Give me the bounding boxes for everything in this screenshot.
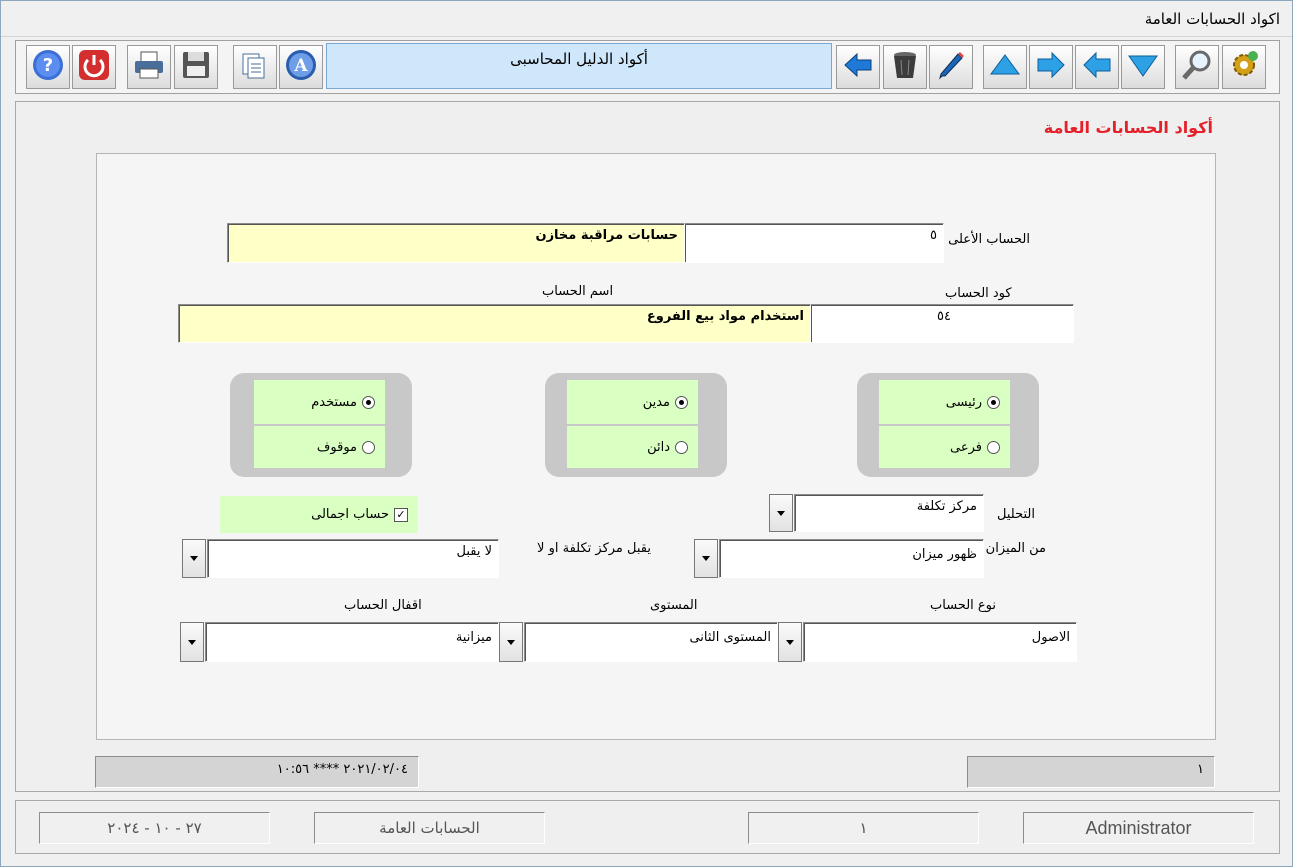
account-closing-select[interactable]: ميزانية	[205, 622, 499, 662]
trash-icon	[888, 48, 922, 86]
radio-dot	[362, 395, 375, 409]
footer-date: ٢٧ - ١٠ - ٢٠٢٤	[39, 812, 270, 844]
font-button[interactable]: A	[279, 45, 323, 89]
help-button[interactable]: ?	[26, 45, 70, 89]
footer-screen-name: الحسابات العامة	[314, 812, 545, 844]
font-a-icon: A	[284, 48, 318, 86]
chevron-down-icon	[777, 510, 785, 516]
level-dropdown-button[interactable]	[499, 622, 523, 662]
radio-label: موقوف	[316, 439, 357, 455]
magnifier-icon	[1180, 48, 1214, 86]
svg-text:A: A	[293, 56, 308, 76]
cost-center-label: يقبل مركز تكلفة او لا	[537, 541, 651, 556]
radio-sub-account[interactable]: فرعى	[879, 426, 1010, 468]
chevron-down-icon	[188, 639, 196, 645]
cost-center-select[interactable]: لا يقبل	[207, 539, 499, 578]
last-modified-status: ٢٠٢١/٠٢/٠٤ **** ١٠:٥٦	[95, 756, 419, 788]
account-name-input[interactable]: استخدام مواد بيع الفروع	[178, 304, 811, 343]
last-record-button[interactable]	[1121, 45, 1165, 89]
account-closing-dropdown-button[interactable]	[180, 622, 204, 662]
save-disk-icon	[179, 48, 213, 86]
radio-suspended[interactable]: موقوف	[254, 426, 385, 468]
level-select[interactable]: المستوى الثانى	[524, 622, 778, 662]
account-closing-label: اقفال الحساب	[344, 598, 422, 613]
copy-button[interactable]	[233, 45, 277, 89]
balance-dropdown-button[interactable]	[694, 539, 718, 578]
account-code-input[interactable]: ٥٤	[810, 304, 1074, 343]
title-bar: اكواد الحسابات العامة	[1, 1, 1292, 37]
footer-username: Administrator	[1023, 812, 1254, 844]
total-account-checkbox[interactable]: ✓ حساب اجمالى	[220, 496, 418, 533]
balance-label: من الميزان	[985, 541, 1046, 556]
pencil-icon	[934, 48, 968, 86]
account-type-label: نوع الحساب	[930, 598, 996, 613]
radio-main-account[interactable]: رئيسى	[879, 380, 1010, 424]
print-button[interactable]	[127, 45, 171, 89]
radio-label: فرعى	[950, 439, 982, 455]
settings-button[interactable]	[1222, 45, 1266, 89]
radio-dot	[362, 440, 375, 454]
radio-dot	[987, 440, 1000, 454]
search-button[interactable]	[1175, 45, 1219, 89]
exit-button[interactable]	[72, 45, 116, 89]
chevron-down-icon	[702, 556, 710, 561]
arrow-up-icon	[988, 48, 1022, 86]
radio-dot	[987, 395, 1000, 409]
chevron-down-icon	[786, 639, 794, 645]
radio-debit[interactable]: مدين	[567, 380, 698, 424]
help-icon: ?	[31, 48, 65, 86]
footer-number: ١	[748, 812, 979, 844]
radio-label: مستخدم	[311, 394, 357, 410]
chevron-down-icon	[507, 639, 515, 645]
next-record-button[interactable]	[1029, 45, 1073, 89]
window-title: اكواد الحسابات العامة	[1144, 10, 1280, 28]
cost-center-dropdown-button[interactable]	[182, 539, 206, 578]
radio-dot	[675, 395, 688, 409]
toolbar-screen-title: أكواد الدليل المحاسبى	[326, 43, 832, 89]
analysis-dropdown-button[interactable]	[769, 494, 793, 532]
chevron-down-icon	[190, 556, 198, 561]
account-type-select[interactable]: الاصول	[803, 622, 1077, 662]
form-title: أكواد الحسابات العامة	[1043, 118, 1213, 137]
power-icon	[77, 48, 111, 86]
back-button[interactable]	[836, 45, 880, 89]
radio-label: مدين	[642, 394, 670, 410]
record-number-status: ١	[967, 756, 1215, 788]
first-record-button[interactable]	[983, 45, 1027, 89]
radio-dot	[675, 440, 688, 454]
radio-label: رئيسى	[945, 394, 982, 410]
back-arrow-icon	[841, 48, 875, 86]
analysis-label: التحليل	[997, 507, 1035, 522]
save-button[interactable]	[174, 45, 218, 89]
previous-record-button[interactable]	[1075, 45, 1119, 89]
account-name-label: اسم الحساب	[542, 284, 614, 299]
arrow-left-icon	[1080, 48, 1114, 86]
parent-account-label: الحساب الأعلى	[948, 232, 1030, 247]
settings-gear-icon	[1227, 48, 1261, 86]
level-label: المستوى	[650, 598, 698, 613]
delete-button[interactable]	[883, 45, 927, 89]
copy-documents-icon	[238, 48, 272, 86]
analysis-select[interactable]: مركز تكلفة	[794, 494, 984, 532]
parent-account-name-field: حسابات مراقبة مخازن	[227, 223, 685, 263]
arrow-down-icon	[1126, 48, 1160, 86]
checkbox-box: ✓	[394, 507, 408, 522]
printer-icon	[132, 48, 166, 86]
account-type-dropdown-button[interactable]	[778, 622, 802, 662]
account-code-label: كود الحساب	[945, 286, 1012, 301]
svg-text:?: ?	[43, 55, 53, 76]
arrow-right-icon	[1034, 48, 1068, 86]
radio-in-use[interactable]: مستخدم	[254, 380, 385, 424]
parent-account-code-input[interactable]: ٥	[684, 223, 944, 263]
balance-select[interactable]: ظهور ميزان	[719, 539, 984, 578]
radio-credit[interactable]: دائن	[567, 426, 698, 468]
radio-label: دائن	[647, 439, 670, 455]
checkbox-label: حساب اجمالى	[311, 507, 389, 522]
edit-button[interactable]	[929, 45, 973, 89]
